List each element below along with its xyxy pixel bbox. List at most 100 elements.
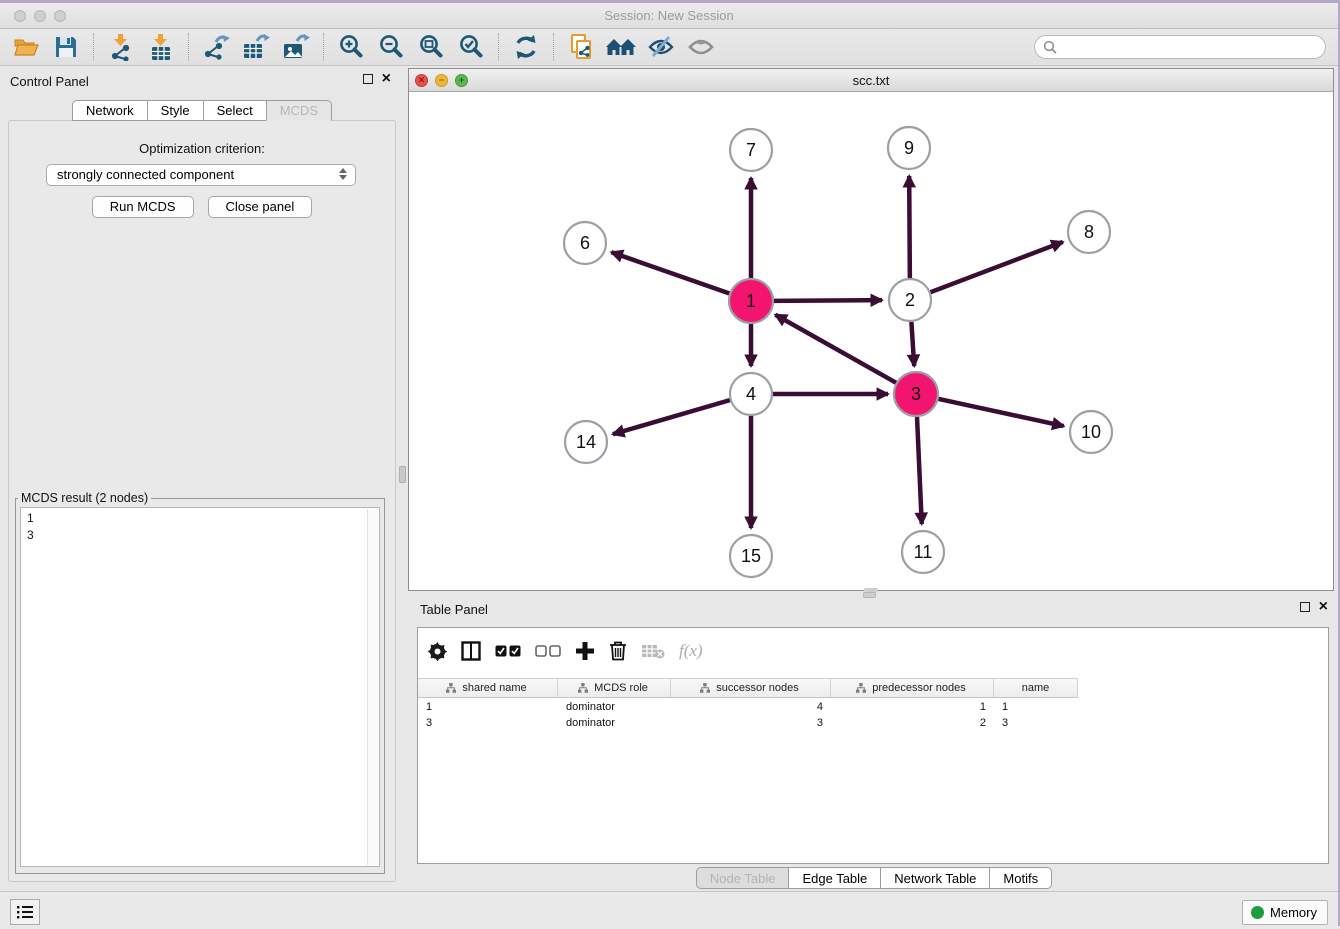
import-network-icon[interactable] bbox=[101, 31, 141, 63]
select-all-icon[interactable] bbox=[495, 645, 521, 657]
node-14[interactable]: 14 bbox=[565, 421, 607, 463]
node-2[interactable]: 2 bbox=[889, 279, 931, 321]
zoom-selected-icon[interactable] bbox=[451, 31, 491, 63]
export-network-icon[interactable] bbox=[196, 31, 236, 63]
splitter-grip[interactable] bbox=[399, 466, 406, 483]
hide-selected-icon[interactable] bbox=[641, 31, 681, 63]
function-builder-icon[interactable]: f(x) bbox=[679, 641, 703, 661]
import-table-icon[interactable] bbox=[141, 31, 181, 63]
first-neighbors-icon[interactable] bbox=[601, 31, 641, 63]
network-window-titlebar[interactable]: ✕ − + scc.txt bbox=[409, 69, 1333, 92]
delete-table-icon[interactable] bbox=[641, 643, 665, 659]
node-label: 14 bbox=[576, 432, 596, 452]
zoom-out-icon[interactable] bbox=[371, 31, 411, 63]
vertical-splitter[interactable] bbox=[397, 66, 408, 891]
split-view-icon[interactable] bbox=[461, 641, 481, 661]
column-type-icon bbox=[700, 683, 710, 693]
duplicate-network-icon[interactable] bbox=[561, 31, 601, 63]
save-session-icon[interactable] bbox=[46, 31, 86, 63]
close-panel-icon[interactable]: × bbox=[1319, 602, 1328, 612]
tab-mcds[interactable]: MCDS bbox=[266, 100, 332, 121]
splitter-grip[interactable] bbox=[863, 592, 876, 598]
table-row[interactable]: 3 dominator 3 2 3 bbox=[418, 715, 1328, 731]
export-image-icon[interactable] bbox=[276, 31, 316, 63]
node-label: 10 bbox=[1081, 422, 1101, 442]
table-row[interactable]: 1 dominator 4 1 1 bbox=[418, 699, 1328, 715]
tab-select[interactable]: Select bbox=[203, 100, 266, 121]
cell-predecessor-nodes[interactable]: 2 bbox=[831, 715, 994, 731]
control-panel-title: Control Panel bbox=[10, 74, 89, 89]
cell-successor-nodes[interactable]: 3 bbox=[671, 715, 831, 731]
cell-name[interactable]: 1 bbox=[994, 699, 1078, 715]
column-header-name[interactable]: name bbox=[994, 679, 1078, 697]
run-mcds-button[interactable]: Run MCDS bbox=[92, 196, 194, 218]
toolbar-separator bbox=[323, 33, 324, 61]
float-panel-icon[interactable] bbox=[1300, 602, 1310, 612]
tab-edge-table[interactable]: Edge Table bbox=[788, 867, 880, 889]
node-9[interactable]: 9 bbox=[888, 127, 930, 169]
node-3[interactable]: 3 bbox=[894, 372, 938, 416]
edge-1-6[interactable] bbox=[611, 252, 730, 294]
tab-motifs[interactable]: Motifs bbox=[989, 867, 1052, 889]
column-header-mcds-role[interactable]: MCDS role bbox=[558, 679, 671, 697]
column-header-shared-name[interactable]: shared name bbox=[418, 679, 558, 697]
zoom-in-icon[interactable] bbox=[331, 31, 371, 63]
tab-node-table[interactable]: Node Table bbox=[696, 867, 789, 889]
column-type-icon bbox=[446, 683, 456, 693]
edge-4-14[interactable] bbox=[613, 400, 730, 434]
node-7[interactable]: 7 bbox=[730, 129, 772, 171]
edge-2-3[interactable] bbox=[911, 322, 914, 366]
close-panel-icon[interactable]: × bbox=[382, 74, 391, 84]
horizontal-splitter[interactable] bbox=[408, 591, 1340, 599]
node-6[interactable]: 6 bbox=[564, 222, 606, 264]
node-10[interactable]: 10 bbox=[1070, 411, 1112, 453]
open-session-icon[interactable] bbox=[6, 31, 46, 63]
table-body: 1 dominator 4 1 1 3 dominator 3 2 3 bbox=[418, 699, 1328, 731]
node-4[interactable]: 4 bbox=[730, 373, 772, 415]
tab-network-table[interactable]: Network Table bbox=[880, 867, 989, 889]
edge-3-11[interactable] bbox=[917, 416, 922, 524]
cell-predecessor-nodes[interactable]: 1 bbox=[831, 699, 994, 715]
edge-2-9[interactable] bbox=[909, 176, 910, 278]
cell-shared-name[interactable]: 3 bbox=[418, 715, 558, 731]
task-history-button[interactable] bbox=[10, 899, 40, 925]
edge-2-8[interactable] bbox=[931, 242, 1063, 292]
show-all-icon[interactable] bbox=[681, 31, 721, 63]
search-box[interactable] bbox=[1034, 35, 1326, 59]
node-8[interactable]: 8 bbox=[1068, 211, 1110, 253]
settings-gear-icon[interactable] bbox=[428, 642, 447, 661]
column-header-predecessor-nodes[interactable]: predecessor nodes bbox=[831, 679, 994, 697]
deselect-all-icon[interactable] bbox=[535, 645, 561, 657]
edge-3-10[interactable] bbox=[937, 399, 1063, 426]
tab-network[interactable]: Network bbox=[72, 100, 147, 121]
memory-button[interactable]: Memory bbox=[1242, 900, 1328, 925]
add-column-icon[interactable] bbox=[575, 641, 595, 661]
node-1[interactable]: 1 bbox=[729, 279, 773, 323]
cell-successor-nodes[interactable]: 4 bbox=[671, 699, 831, 715]
delete-column-icon[interactable] bbox=[609, 641, 627, 661]
cell-mcds-role[interactable]: dominator bbox=[558, 715, 671, 731]
network-graph[interactable]: 1 2 3 4 6 7 8 9 10 11 14 15 bbox=[409, 92, 1333, 590]
edge-3-1[interactable] bbox=[775, 315, 896, 383]
float-panel-icon[interactable] bbox=[363, 74, 373, 84]
search-input[interactable] bbox=[1057, 40, 1317, 54]
tab-style[interactable]: Style bbox=[147, 100, 203, 121]
cell-mcds-role[interactable]: dominator bbox=[558, 699, 671, 715]
zoom-fit-icon[interactable] bbox=[411, 31, 451, 63]
column-header-successor-nodes[interactable]: successor nodes bbox=[671, 679, 831, 697]
titlebar: Session: New Session bbox=[0, 3, 1338, 29]
result-scrollbar[interactable] bbox=[367, 509, 378, 865]
node-11[interactable]: 11 bbox=[902, 531, 944, 573]
edge-1-2[interactable] bbox=[773, 300, 882, 301]
cell-name[interactable]: 3 bbox=[994, 715, 1078, 731]
export-table-icon[interactable] bbox=[236, 31, 276, 63]
optimization-criterion-select[interactable]: strongly connected component bbox=[46, 164, 356, 186]
node-15[interactable]: 15 bbox=[730, 535, 772, 577]
select-stepper-icon bbox=[339, 168, 347, 180]
close-panel-button[interactable]: Close panel bbox=[208, 196, 313, 218]
table-panel-header: Table Panel × bbox=[420, 601, 1332, 621]
apply-layout-icon[interactable] bbox=[506, 31, 546, 63]
mcds-result-textarea[interactable]: 1 3 bbox=[20, 507, 380, 867]
cell-shared-name[interactable]: 1 bbox=[418, 699, 558, 715]
network-canvas[interactable]: 1 2 3 4 6 7 8 9 10 11 14 15 bbox=[409, 92, 1333, 590]
